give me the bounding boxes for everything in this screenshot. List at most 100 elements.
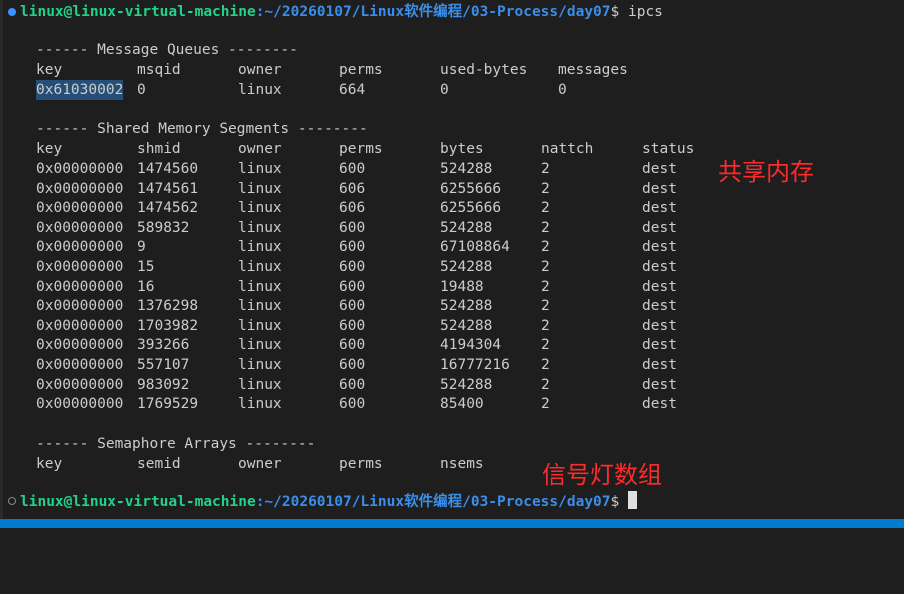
shm-cell-key: 0x00000000: [36, 200, 124, 217]
shm-cell-key: 0x00000000: [36, 376, 124, 393]
shm-col-bytes: bytes: [440, 141, 484, 157]
shm-header: ------ Shared Memory Segments --------: [36, 121, 368, 137]
shm-cell-owner: linux: [238, 200, 282, 217]
shm-cell-perms: 600: [339, 161, 366, 177]
sem-col-owner: owner: [238, 456, 282, 472]
shm-cell-nattch: 2: [541, 317, 550, 334]
terminal-gutter: [0, 0, 3, 528]
command-status-dot[interactable]: [8, 8, 16, 16]
shm-cell-bytes: 6255666: [440, 180, 502, 197]
prompt-path: :~/20260107/Linux软件编程/03-Process/day07: [255, 494, 611, 510]
terminal[interactable]: linux@linux-virtual-machine:~/20260107/L…: [0, 0, 904, 528]
shm-cell-key: 0x00000000: [36, 278, 124, 295]
prompt-symbol: $: [610, 494, 620, 510]
shm-cell-id: 1474561: [137, 180, 199, 197]
shm-cell-bytes: 524288: [440, 161, 493, 177]
text-cursor: [627, 491, 637, 509]
shm-cell-key: 0x00000000: [36, 396, 124, 413]
shm-cell-status: dest: [642, 376, 677, 393]
mq-col-msqid: msqid: [137, 62, 181, 78]
shm-cell-perms: 600: [339, 259, 366, 275]
shm-cell-status: dest: [642, 180, 677, 197]
shm-cell-key: 0x00000000: [36, 298, 124, 315]
mq-key-selected[interactable]: 0x61030002: [36, 80, 124, 100]
shm-cell-key: 0x00000000: [36, 317, 124, 334]
shm-cell-bytes: 85400: [440, 396, 484, 413]
shm-cell-owner: linux: [238, 357, 282, 373]
shm-cell-perms: 600: [339, 357, 366, 373]
shm-cell-id: 15: [137, 259, 155, 275]
shm-cell-nattch: 2: [541, 219, 550, 236]
prompt-path: :~/20260107/Linux软件编程/03-Process/day07: [255, 4, 611, 20]
shm-cell-status: dest: [642, 239, 677, 256]
shm-cell-perms: 600: [339, 278, 366, 295]
shm-cell-status: dest: [642, 317, 677, 334]
mq-col-perms: perms: [339, 62, 383, 78]
mq-messages: 0: [558, 82, 567, 98]
prompt-symbol: $: [610, 4, 620, 20]
shm-cell-owner: linux: [238, 180, 282, 197]
mq-msqid: 0: [137, 82, 146, 98]
shm-col-perms: perms: [339, 141, 383, 157]
sem-header: ------ Semaphore Arrays --------: [36, 436, 316, 452]
shm-cell-bytes: 524288: [440, 317, 493, 334]
shm-cell-key: 0x00000000: [36, 239, 124, 256]
shm-cell-key: 0x00000000: [36, 219, 124, 236]
prompt-line-2[interactable]: linux@linux-virtual-machine:~/20260107/L…: [20, 491, 637, 511]
sem-col-key: key: [36, 456, 63, 472]
shm-cell-nattch: 2: [541, 357, 550, 373]
shm-cell-key: 0x00000000: [36, 180, 124, 197]
shm-cell-id: 16: [137, 278, 155, 295]
shm-cell-status: dest: [642, 396, 677, 413]
shm-table-row: 0x00000000 1474561 linux 606 6255666 2 dest: [36, 179, 736, 199]
shm-col-owner: owner: [238, 141, 282, 157]
shm-cell-bytes: 16777216: [440, 357, 510, 373]
shm-cell-bytes: 524288: [440, 376, 493, 393]
shm-cell-owner: linux: [238, 278, 282, 295]
prompt-user-host: linux@linux-virtual-machine: [20, 4, 256, 20]
shm-cell-nattch: 2: [541, 337, 550, 354]
shm-cell-nattch: 2: [541, 376, 550, 393]
prompt-line-1: linux@linux-virtual-machine:~/20260107/L…: [20, 2, 663, 22]
shm-cell-nattch: 2: [541, 259, 550, 275]
shm-cell-perms: 600: [339, 396, 366, 413]
shm-cell-owner: linux: [238, 161, 282, 177]
sem-col-nsems: nsems: [440, 456, 484, 472]
mq-col-owner: owner: [238, 62, 282, 78]
shm-cell-perms: 600: [339, 239, 366, 256]
shm-table-row: 0x00000000 1474562 linux 606 6255666 2 dest: [36, 198, 736, 218]
shm-cell-key: 0x00000000: [36, 357, 124, 373]
shm-cell-owner: linux: [238, 317, 282, 334]
shm-table-row: 0x00000000 393266 linux 600 4194304 2 dest: [36, 335, 736, 355]
shm-col-key: key: [36, 141, 63, 157]
sem-col-perms: perms: [339, 456, 383, 472]
shm-cell-owner: linux: [238, 298, 282, 315]
shm-cell-id: 9: [137, 239, 146, 256]
shm-cell-id: 1474562: [137, 200, 199, 217]
shm-table-row: 0x00000000 557107 linux 600 16777216 2 dest: [36, 355, 736, 375]
shm-table-row: 0x00000000 1474560 linux 600 524288 2 dest: [36, 159, 736, 179]
shm-cell-nattch: 2: [541, 278, 550, 295]
command-status-dot-empty[interactable]: [8, 497, 16, 505]
shm-cell-status: dest: [642, 278, 677, 295]
shm-cell-key: 0x00000000: [36, 161, 124, 177]
shm-cell-nattch: 2: [541, 396, 550, 413]
mq-row[interactable]: 0x61030002 0 linux 664 0 0: [36, 80, 736, 100]
mq-col-key: key: [36, 62, 63, 78]
shm-cell-nattch: 2: [541, 161, 550, 177]
shm-cell-bytes: 524288: [440, 219, 493, 236]
shm-cell-id: 589832: [137, 219, 190, 236]
shm-cell-bytes: 67108864: [440, 239, 510, 256]
mq-used-bytes: 0: [440, 82, 449, 98]
shm-table-row: 0x00000000 1376298 linux 600 524288 2 dest: [36, 296, 736, 316]
shm-cell-perms: 600: [339, 219, 366, 236]
shm-cell-owner: linux: [238, 219, 282, 236]
shm-table-row: 0x00000000 1703982 linux 600 524288 2 dest: [36, 316, 736, 336]
shm-cell-status: dest: [642, 357, 677, 373]
shm-cell-status: dest: [642, 200, 677, 217]
shm-col-status: status: [642, 141, 695, 157]
shm-cell-status: dest: [642, 161, 677, 177]
shm-table-row: 0x00000000 9 linux 600 67108864 2 dest: [36, 237, 736, 257]
shm-cell-owner: linux: [238, 337, 282, 354]
shm-cell-perms: 600: [339, 376, 366, 393]
